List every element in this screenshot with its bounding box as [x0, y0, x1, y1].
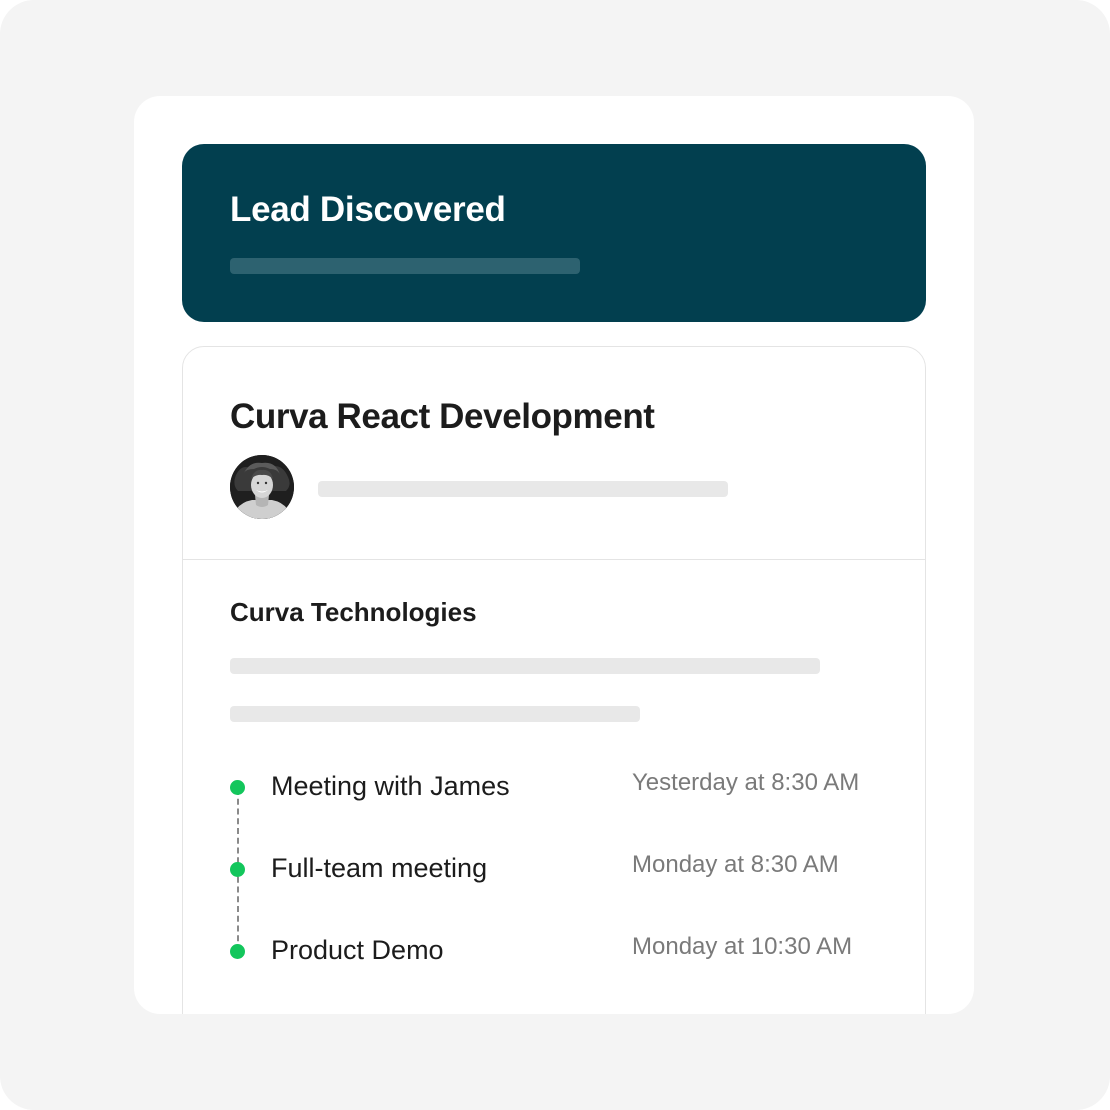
page-background: Lead Discovered Curva React Development [0, 0, 1110, 1110]
timeline-event[interactable]: Full-team meeting Monday at 8:30 AM [230, 849, 890, 889]
header-placeholder-line [230, 258, 580, 274]
company-placeholder-line [230, 658, 820, 674]
company-name: Curva Technologies [230, 597, 477, 627]
event-title: Full-team meeting [271, 853, 488, 883]
timeline-event[interactable]: Product Demo Monday at 10:30 AM [230, 931, 890, 971]
event-time: Monday at 8:30 AM [632, 851, 839, 878]
event-time: Monday at 10:30 AM [632, 933, 853, 960]
event-title: Product Demo [271, 935, 444, 965]
event-title: Meeting with James [271, 771, 510, 801]
lead-status-header: Lead Discovered [182, 144, 926, 322]
timeline-dot-icon [230, 944, 245, 959]
lead-status-title: Lead Discovered [230, 190, 506, 229]
company-placeholder-line [230, 706, 640, 722]
timeline-dot-icon [230, 780, 245, 795]
lead-card: Lead Discovered Curva React Development [134, 96, 974, 1014]
avatar[interactable] [230, 455, 294, 519]
event-time: Yesterday at 8:30 AM [632, 769, 860, 796]
user-photo-avatar-icon [230, 455, 294, 519]
timeline-event[interactable]: Meeting with James Yesterday at 8:30 AM [230, 767, 890, 807]
section-divider [183, 559, 925, 560]
deal-title: Curva React Development [230, 397, 655, 436]
owner-placeholder-line [318, 481, 728, 497]
timeline-dot-icon [230, 862, 245, 877]
deal-detail-panel: Curva React Development Curva Technologi… [182, 346, 926, 1014]
